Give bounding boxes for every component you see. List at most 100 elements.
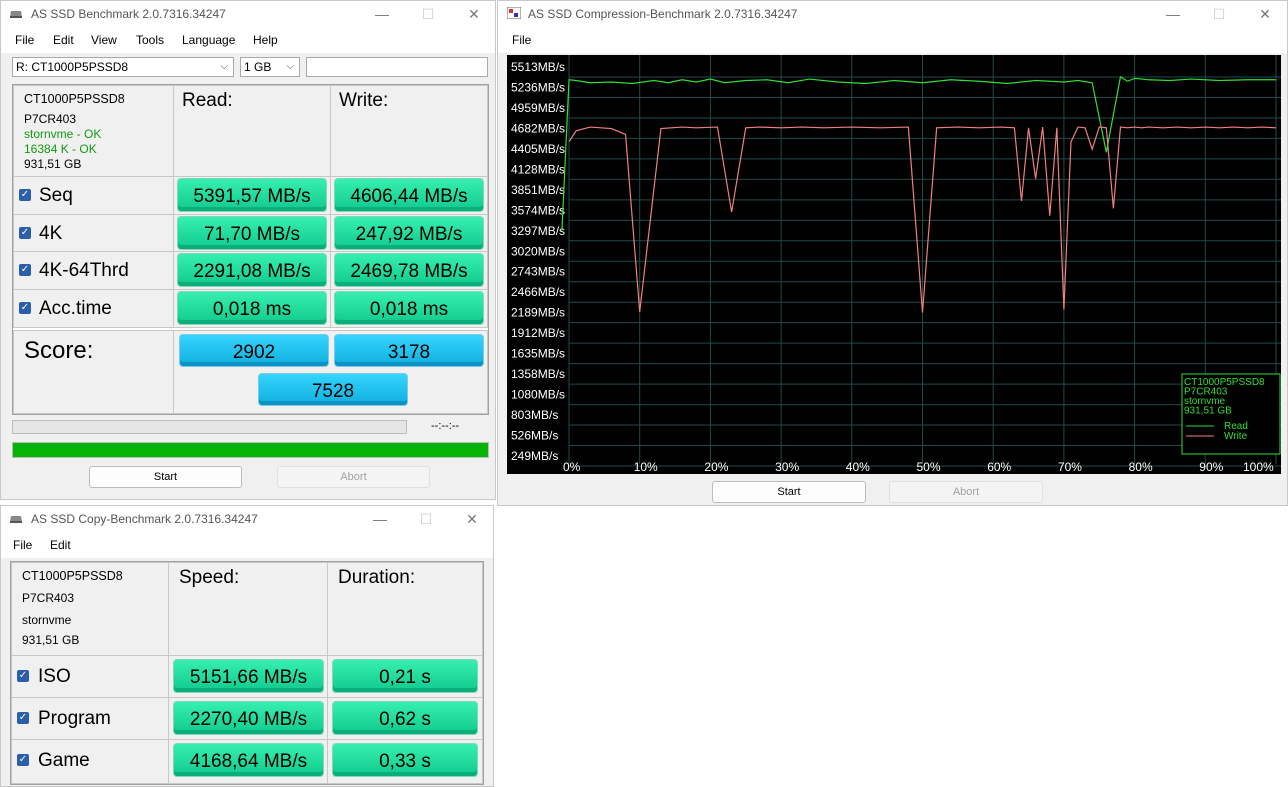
menu-help[interactable]: Help bbox=[253, 33, 278, 47]
main-benchmark-window: AS SSD Benchmark 2.0.7316.34247 — ☐ ✕ Fi… bbox=[0, 0, 496, 500]
4k-write-cell: 247,92 MB/s bbox=[330, 214, 488, 252]
speed-header-cell: Speed: bbox=[168, 562, 328, 656]
size-select[interactable]: 1 GB ⌵ bbox=[240, 57, 300, 77]
drive-select-value: R: CT1000P5PSSD8 bbox=[16, 60, 129, 74]
y-tick-label: 5513MB/s bbox=[511, 60, 565, 74]
4k64-checkbox[interactable]: ✓ bbox=[19, 264, 31, 276]
program-speed-cell: 2270,40 MB/s bbox=[168, 697, 328, 740]
acctime-read-result: 0,018 ms bbox=[177, 291, 327, 325]
compression-title-bar[interactable]: AS SSD Compression-Benchmark 2.0.7316.34… bbox=[498, 1, 1287, 27]
x-tick-label: 40% bbox=[846, 460, 870, 474]
y-tick-label: 1912MB/s bbox=[511, 326, 565, 340]
4k-read-result: 71,70 MB/s bbox=[177, 216, 327, 250]
drive-capacity: 931,51 GB bbox=[24, 157, 82, 171]
score-values-cell: 2902 3178 7528 bbox=[173, 330, 488, 414]
drive-select[interactable]: R: CT1000P5PSSD8 ⌵ bbox=[12, 57, 234, 77]
menu-file[interactable]: File bbox=[13, 538, 32, 552]
drive-model: CT1000P5PSSD8 bbox=[24, 92, 125, 106]
write-header: Write: bbox=[339, 90, 389, 111]
iso-speed-result: 5151,66 MB/s bbox=[173, 659, 324, 693]
progress-bar bbox=[12, 442, 489, 458]
close-button[interactable]: ✕ bbox=[1242, 1, 1288, 27]
size-select-value: 1 GB bbox=[244, 60, 272, 74]
compression-chart: 5513MB/s 5236MB/s 4959MB/s 4682MB/s 4405MB/s… bbox=[507, 55, 1281, 474]
seq-label-cell: ✓ Seq bbox=[13, 176, 174, 215]
drive-info-cell: CT1000P5PSSD8 P7CR403 stornvme - OK 1638… bbox=[13, 85, 174, 177]
menu-tools[interactable]: Tools bbox=[136, 33, 164, 47]
acctime-checkbox[interactable]: ✓ bbox=[19, 302, 31, 314]
score-label-cell: Score: bbox=[13, 330, 174, 414]
copy-benchmark-window: AS SSD Copy-Benchmark 2.0.7316.34247 — ☐… bbox=[0, 505, 494, 787]
game-speed-cell: 4168,64 MB/s bbox=[168, 739, 328, 784]
copy-drive-model: CT1000P5PSSD8 bbox=[22, 569, 123, 583]
minimize-button[interactable]: — bbox=[1150, 1, 1196, 27]
copy-title-bar[interactable]: AS SSD Copy-Benchmark 2.0.7316.34247 — ☐… bbox=[1, 506, 493, 532]
copy-menu-bar: File Edit bbox=[1, 532, 493, 558]
menu-edit[interactable]: Edit bbox=[50, 538, 71, 552]
y-tick-label: 4959MB/s bbox=[511, 101, 565, 115]
game-speed-result: 4168,64 MB/s bbox=[173, 743, 324, 777]
iso-label-cell: ✓ ISO bbox=[11, 655, 169, 698]
menu-language[interactable]: Language bbox=[182, 33, 235, 47]
seq-write-result: 4606,44 MB/s bbox=[334, 178, 484, 212]
y-tick-label: 3020MB/s bbox=[511, 244, 565, 258]
minimize-button[interactable]: — bbox=[359, 1, 405, 27]
maximize-button[interactable]: ☐ bbox=[1196, 1, 1242, 27]
menu-edit[interactable]: Edit bbox=[53, 33, 74, 47]
compression-menu-bar: File bbox=[498, 27, 1287, 53]
game-duration-result: 0,33 s bbox=[332, 743, 478, 777]
y-tick-label: 3297MB/s bbox=[511, 224, 565, 238]
menu-file[interactable]: File bbox=[512, 33, 531, 47]
minimize-button[interactable]: — bbox=[357, 506, 403, 532]
copy-drive-info-cell: CT1000P5PSSD8 P7CR403 stornvme 931,51 GB bbox=[11, 562, 169, 656]
menu-file[interactable]: File bbox=[15, 33, 34, 47]
maximize-button[interactable]: ☐ bbox=[403, 506, 449, 532]
seq-read-result: 5391,57 MB/s bbox=[177, 178, 327, 212]
y-tick-label: 803MB/s bbox=[511, 408, 558, 422]
4k-label: 4K bbox=[39, 223, 63, 244]
acctime-read-cell: 0,018 ms bbox=[173, 289, 331, 328]
program-checkbox[interactable]: ✓ bbox=[17, 712, 29, 724]
score-label: Score: bbox=[24, 337, 94, 364]
x-tick-label: 70% bbox=[1058, 460, 1082, 474]
time-bar bbox=[12, 420, 407, 434]
app-drive-icon bbox=[10, 11, 22, 18]
app-drive-icon bbox=[10, 516, 22, 523]
progress-fill bbox=[13, 443, 488, 457]
iso-duration-cell: 0,21 s bbox=[327, 655, 483, 698]
chevron-down-icon: ⌵ bbox=[220, 61, 228, 72]
status-field bbox=[306, 57, 488, 77]
app-chart-icon bbox=[507, 7, 521, 19]
copy-results-panel: CT1000P5PSSD8 P7CR403 stornvme 931,51 GB… bbox=[10, 561, 484, 785]
speed-header: Speed: bbox=[179, 567, 240, 588]
compression-abort-button[interactable]: Abort bbox=[889, 481, 1043, 503]
menu-view[interactable]: View bbox=[91, 33, 117, 47]
maximize-button[interactable]: ☐ bbox=[405, 1, 451, 27]
seq-checkbox[interactable]: ✓ bbox=[19, 189, 31, 201]
score-total: 7528 bbox=[258, 373, 408, 406]
read-series-line bbox=[561, 75, 1276, 231]
program-duration-result: 0,62 s bbox=[332, 701, 478, 735]
game-checkbox[interactable]: ✓ bbox=[17, 754, 29, 766]
main-title-bar[interactable]: AS SSD Benchmark 2.0.7316.34247 — ☐ ✕ bbox=[1, 1, 495, 27]
acctime-label-cell: ✓ Acc.time bbox=[13, 289, 174, 328]
close-button[interactable]: ✕ bbox=[451, 1, 497, 27]
x-tick-label: 50% bbox=[917, 460, 941, 474]
close-button[interactable]: ✕ bbox=[449, 506, 495, 532]
start-button[interactable]: Start bbox=[89, 466, 242, 488]
abort-button[interactable]: Abort bbox=[277, 466, 430, 488]
compression-window-title: AS SSD Compression-Benchmark 2.0.7316.34… bbox=[528, 7, 798, 21]
compression-start-button[interactable]: Start bbox=[712, 481, 866, 503]
4k64-label: 4K-64Thrd bbox=[39, 260, 129, 281]
y-tick-label: 4405MB/s bbox=[511, 142, 565, 156]
program-label-cell: ✓ Program bbox=[11, 697, 169, 740]
iso-checkbox[interactable]: ✓ bbox=[17, 670, 29, 682]
y-tick-label: 249MB/s bbox=[511, 449, 558, 463]
y-tick-label: 3851MB/s bbox=[511, 183, 565, 197]
4k-checkbox[interactable]: ✓ bbox=[19, 227, 31, 239]
acctime-label: Acc.time bbox=[39, 298, 112, 319]
compression-window: AS SSD Compression-Benchmark 2.0.7316.34… bbox=[497, 0, 1288, 506]
game-label-cell: ✓ Game bbox=[11, 739, 169, 784]
y-tick-label: 2466MB/s bbox=[511, 285, 565, 299]
legend-write-label: Write bbox=[1224, 431, 1248, 442]
